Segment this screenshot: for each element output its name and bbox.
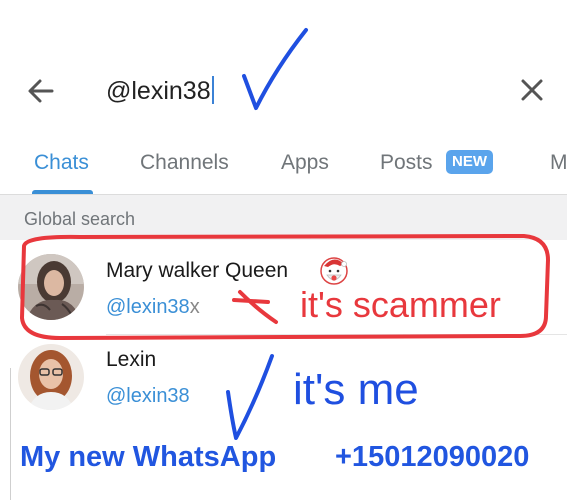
tab-chats[interactable]: Chats	[34, 151, 89, 175]
result-name: Lexin	[106, 348, 157, 371]
avatar[interactable]	[18, 344, 84, 410]
section-header-label: Global search	[24, 209, 136, 229]
result-username-suffix: x	[189, 296, 200, 318]
text-cursor	[211, 76, 214, 104]
row-divider	[106, 334, 567, 335]
back-arrow-icon[interactable]	[22, 72, 60, 110]
result-username: @lexin38x	[106, 296, 200, 319]
tab-channels[interactable]: Channels	[140, 151, 229, 175]
search-input[interactable]: @lexin38	[106, 76, 214, 106]
new-badge: NEW	[446, 150, 493, 174]
checkmark-drawing	[226, 354, 274, 440]
santa-icon	[320, 257, 348, 285]
annotation-layer	[20, 28, 550, 440]
cross-mark-drawing	[232, 290, 278, 324]
whatsapp-label: My new WhatsApp	[20, 441, 277, 473]
tab-media-truncated[interactable]: M	[550, 151, 567, 175]
result-username: @lexin38	[106, 385, 190, 407]
scammer-annotation: it's scammer	[300, 284, 501, 325]
close-icon[interactable]	[514, 72, 550, 108]
checkmark-drawing	[242, 28, 308, 110]
whatsapp-phone-number: +15012090020	[335, 441, 530, 473]
tab-posts[interactable]: Posts	[380, 151, 433, 175]
panel-edge-line	[10, 368, 11, 500]
search-query-text: @lexin38	[106, 77, 211, 105]
result-name: Mary walker Queen	[106, 259, 289, 282]
avatar[interactable]	[18, 254, 84, 320]
its-me-annotation: it's me	[293, 365, 419, 414]
tab-apps[interactable]: Apps	[281, 151, 329, 175]
result-username-text: @lexin38	[106, 296, 190, 318]
